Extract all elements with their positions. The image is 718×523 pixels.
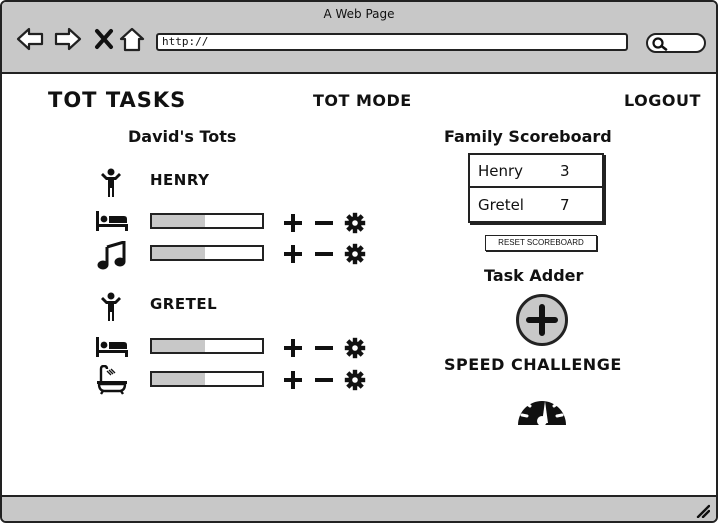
child-icon: [101, 168, 121, 197]
resize-grip-icon[interactable]: [694, 502, 710, 518]
scoreboard-name: Henry: [478, 161, 524, 180]
task-adder-title: Task Adder: [484, 266, 584, 285]
scoreboard-name: Gretel: [478, 195, 524, 214]
scoreboard-title: Family Scoreboard: [444, 127, 612, 146]
minus-icon[interactable]: [313, 369, 335, 391]
task-progress-fill: [152, 247, 205, 259]
task-progress-fill: [152, 373, 205, 385]
home-icon[interactable]: [118, 26, 146, 52]
task-progress-bar: [150, 213, 264, 229]
tot-mode-link[interactable]: TOT MODE: [313, 91, 412, 110]
scoreboard-table: Henry 3 Gretel 7: [468, 153, 604, 223]
task-progress-fill: [152, 215, 205, 227]
plus-icon[interactable]: [282, 212, 304, 234]
task-progress-bar: [150, 338, 264, 354]
minus-icon[interactable]: [313, 337, 335, 359]
gear-icon[interactable]: [344, 243, 366, 265]
speed-challenge-title: SPEED CHALLENGE: [444, 355, 622, 374]
gear-icon[interactable]: [344, 212, 366, 234]
add-task-button[interactable]: [515, 293, 569, 347]
scoreboard-score: 7: [560, 195, 570, 214]
minus-icon[interactable]: [313, 243, 335, 265]
gear-icon[interactable]: [344, 369, 366, 391]
browser-window: A Web Page http:// TOT TASKS TOT MODE LO…: [0, 0, 718, 523]
scoreboard-score: 3: [560, 161, 570, 180]
scoreboard-row: Gretel 7: [470, 188, 602, 221]
search-field[interactable]: [646, 33, 706, 53]
reset-scoreboard-button[interactable]: RESET SCOREBOARD: [485, 235, 597, 251]
close-x-icon[interactable]: [91, 26, 119, 52]
gear-icon[interactable]: [344, 337, 366, 359]
task-progress-bar: [150, 245, 264, 261]
plus-icon[interactable]: [282, 337, 304, 359]
music-note-icon: [97, 241, 126, 270]
browser-chrome: A Web Page http://: [2, 2, 716, 74]
task-progress-fill: [152, 340, 205, 352]
task-progress-bar: [150, 371, 264, 387]
window-title: A Web Page: [323, 7, 395, 21]
logout-link[interactable]: LOGOUT: [624, 91, 701, 110]
plus-icon[interactable]: [282, 369, 304, 391]
address-bar[interactable]: http://: [156, 33, 628, 51]
speedometer-icon[interactable]: [516, 385, 568, 425]
bathtub-icon: [97, 365, 127, 395]
kid-name-gretel: GRETEL: [150, 295, 218, 313]
plus-icon[interactable]: [282, 243, 304, 265]
kid-name-henry: HENRY: [150, 171, 210, 189]
bed-icon: [96, 337, 128, 357]
minus-icon[interactable]: [313, 212, 335, 234]
app-brand: TOT TASKS: [48, 88, 187, 112]
tots-section-title: David's Tots: [128, 127, 237, 146]
back-arrow-icon[interactable]: [16, 26, 44, 52]
status-bar: [2, 495, 716, 521]
child-icon: [101, 292, 121, 321]
bed-icon: [96, 211, 128, 231]
magnifier-icon: [652, 37, 668, 51]
forward-arrow-icon[interactable]: [54, 26, 82, 52]
scoreboard-row: Henry 3: [470, 155, 602, 188]
